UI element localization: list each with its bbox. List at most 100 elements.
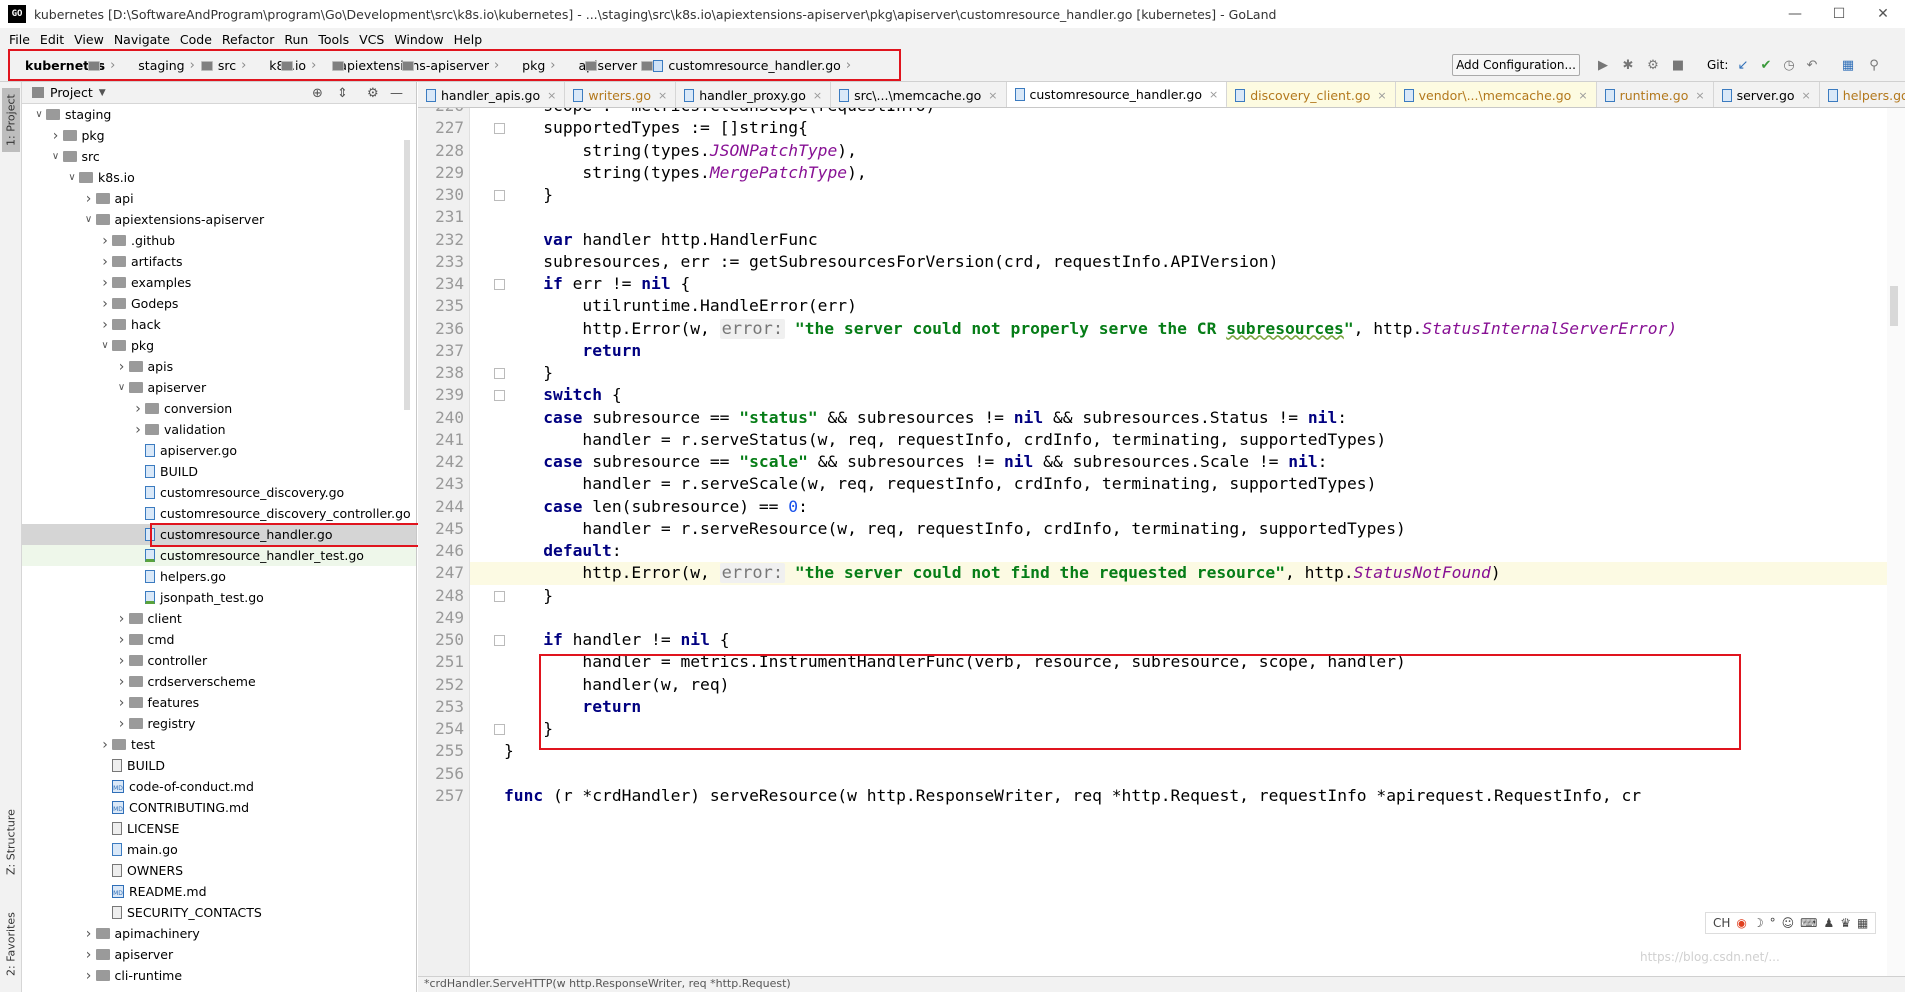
code-line[interactable]: scope := metrics.CleanScope(requestInfo) — [504, 108, 935, 117]
chevron-right-icon[interactable]: › — [115, 716, 129, 732]
tree-item[interactable]: › apis — [22, 356, 416, 377]
code-line[interactable]: if err != nil { — [504, 273, 690, 295]
search-everywhere-icon[interactable]: ⚲ — [1866, 57, 1882, 73]
fold-marker-icon[interactable] — [494, 368, 505, 379]
tree-item[interactable]: ∨ src — [22, 146, 416, 167]
breadcrumb-item[interactable]: pkg › — [505, 58, 598, 73]
chevron-right-icon[interactable]: › — [98, 275, 112, 291]
fold-marker-icon[interactable] — [494, 635, 505, 646]
tree-item[interactable]: ∨ apiserver — [22, 377, 416, 398]
minimize-icon[interactable]: — — [1773, 0, 1817, 28]
editor-tab[interactable]: src\...\memcache.go × — [831, 82, 1007, 107]
fold-marker-icon[interactable] — [494, 724, 505, 735]
close-tab-icon[interactable]: × — [1695, 89, 1704, 102]
locate-file-icon[interactable]: ⊕ — [312, 86, 323, 101]
project-scrollbar[interactable] — [404, 140, 410, 410]
code-line[interactable]: } — [504, 718, 553, 740]
hide-panel-icon[interactable]: — — [390, 86, 403, 101]
chevron-right-icon[interactable]: › — [82, 968, 96, 984]
tree-item[interactable]: › examples — [22, 272, 416, 293]
tree-item[interactable]: customresource_discovery.go — [22, 482, 416, 503]
run-icon[interactable]: ▶ — [1595, 57, 1611, 73]
tree-item[interactable]: BUILD — [22, 461, 416, 482]
keyboard-icon[interactable]: ⌨ — [1800, 916, 1817, 930]
code-line[interactable]: if handler != nil { — [504, 629, 729, 651]
code-line[interactable]: } — [504, 184, 553, 206]
chevron-right-icon[interactable]: › — [49, 128, 63, 144]
chevron-right-icon[interactable]: › — [82, 947, 96, 963]
breadcrumb-item[interactable]: staging › — [121, 58, 214, 73]
menu-edit[interactable]: Edit — [40, 32, 64, 47]
user-icon[interactable]: ♟ — [1824, 916, 1835, 930]
chevron-right-icon[interactable]: › — [98, 317, 112, 333]
close-tab-icon[interactable]: × — [1377, 89, 1386, 102]
code-line[interactable]: http.Error(w, error: "the server could n… — [504, 318, 1677, 340]
chevron-right-icon[interactable]: › — [115, 359, 129, 375]
breadcrumb-item[interactable]: apiserver› — [561, 58, 654, 73]
code-line[interactable]: case len(subresource) == 0: — [504, 496, 808, 518]
code-line[interactable]: handler = r.serveStatus(w, req, requestI… — [504, 429, 1386, 451]
menu-tools[interactable]: Tools — [318, 32, 349, 47]
favorites-tool-tab[interactable]: 2: Favorites — [2, 902, 20, 986]
chevron-down-icon[interactable]: ∨ — [82, 214, 96, 225]
fold-marker-icon[interactable] — [494, 279, 505, 290]
tree-item[interactable]: MD code-of-conduct.md — [22, 776, 416, 797]
tree-item[interactable]: apiserver.go — [22, 440, 416, 461]
code-line[interactable]: default: — [504, 540, 621, 562]
fold-marker-icon[interactable] — [494, 590, 505, 602]
tree-item[interactable]: › apimachinery — [22, 923, 416, 944]
editor-scrollbar[interactable] — [1890, 286, 1898, 326]
tree-item[interactable]: MD CONTRIBUTING.md — [22, 797, 416, 818]
tree-item[interactable]: › features — [22, 692, 416, 713]
tree-item[interactable]: › .github — [22, 230, 416, 251]
tree-item[interactable]: ∨ pkg — [22, 335, 416, 356]
editor-tab[interactable]: writers.go × — [565, 82, 677, 107]
tree-item[interactable]: › pkg — [22, 125, 416, 146]
chevron-right-icon[interactable]: › — [115, 674, 129, 690]
tree-item[interactable]: helpers.go — [22, 566, 416, 587]
tree-item[interactable]: › validation — [22, 419, 416, 440]
chevron-right-icon[interactable]: › — [115, 653, 129, 669]
chevron-right-icon[interactable]: › — [115, 695, 129, 711]
tree-item[interactable]: › test — [22, 734, 416, 755]
tree-item[interactable]: › hack — [22, 314, 416, 335]
chevron-down-icon[interactable]: ▼ — [99, 88, 106, 98]
close-tab-icon[interactable]: × — [1802, 89, 1811, 102]
tree-item[interactable]: SECURITY_CONTACTS — [22, 902, 416, 923]
close-tab-icon[interactable]: × — [658, 89, 667, 102]
code-line[interactable]: string(types.MergePatchType), — [504, 162, 866, 184]
close-tab-icon[interactable]: × — [988, 89, 997, 102]
menu-window[interactable]: Window — [394, 32, 443, 47]
breadcrumb-item[interactable]: kubernetes › — [8, 58, 121, 73]
editor-tab[interactable]: customresource_handler.go × — [1006, 82, 1228, 107]
chevron-down-icon[interactable]: ∨ — [65, 172, 79, 183]
ime-language-label[interactable]: CH — [1713, 916, 1730, 930]
menu-code[interactable]: Code — [180, 32, 212, 47]
tree-item[interactable]: › cli-runtime — [22, 965, 416, 986]
tree-item[interactable]: › crdserverscheme — [22, 671, 416, 692]
chevron-down-icon[interactable]: ∨ — [115, 382, 129, 393]
tree-item[interactable]: › cmd — [22, 629, 416, 650]
tree-item[interactable]: › registry — [22, 713, 416, 734]
tree-item[interactable]: BUILD — [22, 755, 416, 776]
tree-item[interactable]: MD README.md — [22, 881, 416, 902]
tree-item[interactable]: › artifacts — [22, 251, 416, 272]
git-commit-icon[interactable]: ✔ — [1758, 57, 1774, 73]
code-line[interactable]: handler = metrics.InstrumentHandlerFunc(… — [504, 651, 1405, 673]
fold-marker-icon[interactable] — [494, 123, 505, 135]
chevron-right-icon[interactable]: › — [115, 632, 129, 648]
close-icon[interactable]: ✕ — [1861, 0, 1905, 28]
menu-run[interactable]: Run — [284, 32, 308, 47]
code-line[interactable]: func (r *crdHandler) serveResource(w htt… — [504, 785, 1641, 807]
project-tool-tab[interactable]: 1: Project — [2, 88, 20, 152]
fold-marker-icon[interactable] — [494, 190, 505, 201]
fold-marker-icon[interactable] — [494, 390, 505, 402]
chevron-right-icon[interactable]: › — [98, 254, 112, 270]
tree-item[interactable]: › Godeps — [22, 293, 416, 314]
code-line[interactable]: utilruntime.HandleError(err) — [504, 295, 856, 317]
tree-item[interactable]: ∨ apiextensions-apiserver — [22, 209, 416, 230]
tree-item[interactable]: ∨ staging — [22, 104, 416, 125]
code-line[interactable]: string(types.JSONPatchType), — [504, 140, 857, 162]
chevron-right-icon[interactable]: › — [98, 233, 112, 249]
code-line[interactable]: } — [504, 740, 514, 762]
